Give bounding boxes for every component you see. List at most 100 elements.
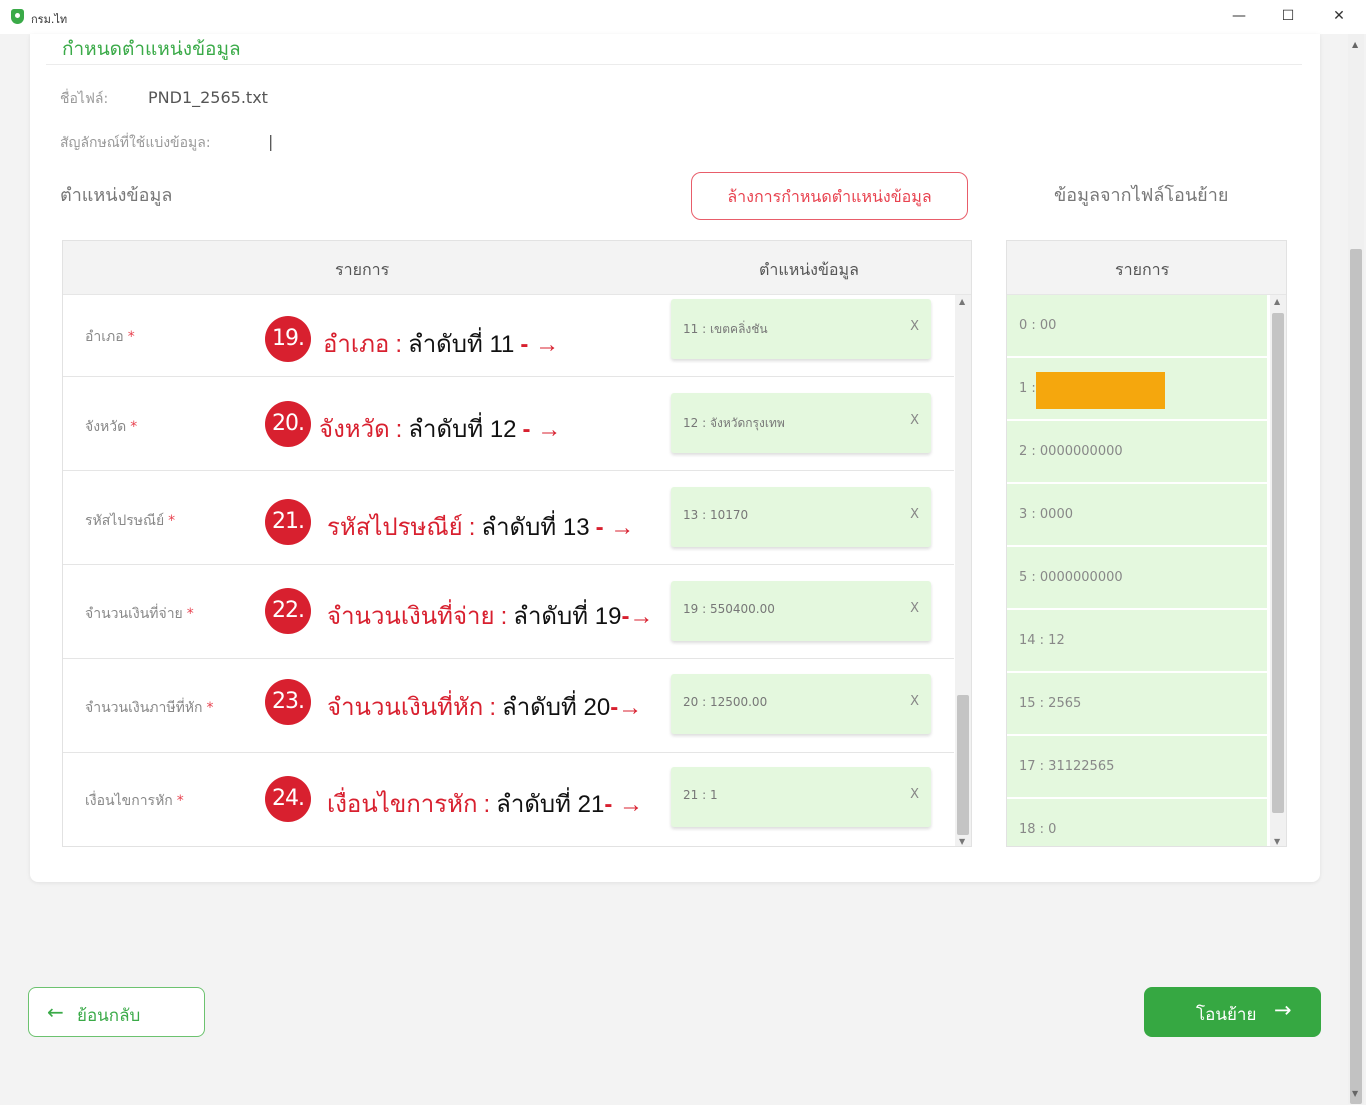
remove-mapping-button[interactable]: X xyxy=(910,694,919,709)
transfer-button[interactable]: โอนย้าย → xyxy=(1144,987,1321,1037)
clear-mapping-button[interactable]: ล้างการกำหนดตำแหน่งข้อมูล xyxy=(691,172,968,220)
source-item[interactable]: 15 : 2565 xyxy=(1007,673,1267,736)
source-item[interactable]: 0 : 00 xyxy=(1007,295,1267,358)
transfer-button-label: โอนย้าย xyxy=(1196,1005,1257,1025)
annotation-number-badge: 22. xyxy=(265,588,311,634)
source-item[interactable]: 18 : 0 xyxy=(1007,799,1267,846)
table-row: จำนวนเงินที่จ่าย * 22. จำนวนเงินที่จ่าย: ล… xyxy=(63,565,954,659)
annotation-number-badge: 21. xyxy=(265,499,311,545)
remove-mapping-button[interactable]: X xyxy=(910,787,919,802)
scroll-down-icon[interactable]: ▼ xyxy=(959,837,965,846)
row-label: อำเภอ * xyxy=(85,329,135,345)
source-item-value: 15 : 2565 xyxy=(1019,696,1082,711)
remove-mapping-button[interactable]: X xyxy=(910,601,919,616)
mapping-table-header: รายการ ตำแหน่งข้อมูล xyxy=(63,241,971,295)
source-item-value: 18 : 0 xyxy=(1019,822,1057,837)
table-row: อำเภอ * 19. อำเภอ: ลำดับที่ 11- → 11 : เขต… xyxy=(63,295,954,377)
title-divider xyxy=(46,64,1302,65)
source-table-scrollbar[interactable]: ▲ ▼ xyxy=(1270,295,1286,846)
source-item-value: 3 : 0000 xyxy=(1019,507,1073,522)
redaction-block xyxy=(1036,372,1165,409)
minimize-button[interactable]: — xyxy=(1219,4,1259,28)
mapped-field[interactable]: 12 : จังหวัดกรุงเทพ X xyxy=(671,393,931,453)
position-heading: ตำแหน่งข้อมูล xyxy=(60,185,173,206)
delimiter-value: | xyxy=(268,132,274,151)
scroll-up-icon[interactable]: ▲ xyxy=(1274,297,1280,306)
window-scrollbar[interactable]: ▲ ▼ xyxy=(1348,34,1364,1104)
app-logo-icon xyxy=(11,9,24,24)
delimiter-label: สัญลักษณ์ที่ใช้แบ่งข้อมูล: xyxy=(60,135,211,151)
source-item-value: 5 : 0000000000 xyxy=(1019,570,1123,585)
row-label: เงื่อนไขการหัก * xyxy=(85,793,184,809)
remove-mapping-button[interactable]: X xyxy=(910,507,919,522)
table-row: เงื่อนไขการหัก * 24. เงื่อนไขการหัก: ลำดับ… xyxy=(63,753,954,846)
annotation-number-badge: 20. xyxy=(265,401,311,447)
source-item[interactable]: 17 : 31122565 xyxy=(1007,736,1267,799)
arrow-left-icon: ← xyxy=(47,1000,64,1024)
mapped-field-value: 13 : 10170 xyxy=(683,508,749,522)
mapped-field-value: 19 : 550400.00 xyxy=(683,602,775,616)
close-button[interactable]: ✕ xyxy=(1319,4,1359,28)
table-row: จังหวัด * 20. จังหวัด: ลำดับที่ 12- → 12 :… xyxy=(63,377,954,471)
source-item-value: 2 : 0000000000 xyxy=(1019,444,1123,459)
annotation-text: จำนวนเงินที่จ่าย: ลำดับที่ 19-→ xyxy=(327,603,654,630)
scroll-up-icon[interactable]: ▲ xyxy=(959,297,965,306)
source-data-heading: ข้อมูลจากไฟล์โอนย้าย xyxy=(1054,185,1229,206)
remove-mapping-button[interactable]: X xyxy=(910,413,919,428)
mapped-field-value: 11 : เขตคลิ่งชัน xyxy=(683,322,768,336)
row-label: จำนวนเงินที่จ่าย * xyxy=(85,606,194,622)
mapped-field[interactable]: 11 : เขตคลิ่งชัน X xyxy=(671,299,931,359)
window-title: กรม.ไท xyxy=(31,13,68,26)
scroll-down-icon[interactable]: ▼ xyxy=(1352,1089,1358,1098)
row-label: รหัสไปรษณีย์ * xyxy=(85,513,176,529)
annotation-text: รหัสไปรษณีย์: ลำดับที่ 13- → xyxy=(327,514,635,541)
column-header-item: รายการ xyxy=(335,260,390,279)
source-item-value: 1 : xyxy=(1019,381,1036,396)
annotation-number-badge: 19. xyxy=(265,316,311,362)
mapped-field[interactable]: 20 : 12500.00 X xyxy=(671,674,931,734)
source-table-scrollbar-thumb[interactable] xyxy=(1272,313,1284,813)
column-header-item: รายการ xyxy=(1115,260,1170,279)
source-table-header: รายการ xyxy=(1007,241,1286,295)
back-button-label: ย้อนกลับ xyxy=(77,1006,141,1026)
scroll-down-icon[interactable]: ▼ xyxy=(1274,837,1280,846)
mapping-table: รายการ ตำแหน่งข้อมูล อำเภอ * 19. อำเภอ: ลำ… xyxy=(62,240,972,847)
mapped-field-value: 20 : 12500.00 xyxy=(683,695,768,709)
source-item[interactable]: 14 : 12 xyxy=(1007,610,1267,673)
row-label: จังหวัด * xyxy=(85,419,138,435)
annotation-text: เงื่อนไขการหัก: ลำดับที่ 21- → xyxy=(327,791,643,818)
source-item[interactable]: 3 : 0000 xyxy=(1007,484,1267,547)
table-row: จำนวนเงินภาษีที่หัก * 23. จำนวนเงินที่หัก… xyxy=(63,659,954,753)
source-item[interactable]: 1 : xyxy=(1007,358,1267,421)
mapped-field[interactable]: 19 : 550400.00 X xyxy=(671,581,931,641)
column-header-position: ตำแหน่งข้อมูล xyxy=(759,260,859,279)
maximize-button[interactable]: ☐ xyxy=(1268,4,1308,28)
section-title: กำหนดตำแหน่งข้อมูล xyxy=(62,38,241,60)
source-data-table: รายการ 0 : 00 1 : 2 : 0000000000 3 : 000… xyxy=(1006,240,1287,847)
window-scrollbar-thumb[interactable] xyxy=(1350,249,1362,1104)
annotation-number-badge: 23. xyxy=(265,679,311,725)
source-item-value: 0 : 00 xyxy=(1019,318,1057,333)
annotation-number-badge: 24. xyxy=(265,776,311,822)
source-item-value: 14 : 12 xyxy=(1019,633,1065,648)
annotation-text: จำนวนเงินที่หัก: ลำดับที่ 20-→ xyxy=(327,694,643,721)
source-item[interactable]: 2 : 0000000000 xyxy=(1007,421,1267,484)
scroll-up-icon[interactable]: ▲ xyxy=(1352,40,1358,49)
annotation-text: อำเภอ: ลำดับที่ 11- → xyxy=(323,331,560,358)
mapping-table-scrollbar-thumb[interactable] xyxy=(957,695,969,835)
remove-mapping-button[interactable]: X xyxy=(910,319,919,334)
source-item[interactable]: 5 : 0000000000 xyxy=(1007,547,1267,610)
mapped-field-value: 21 : 1 xyxy=(683,788,718,802)
mapped-field-value: 12 : จังหวัดกรุงเทพ xyxy=(683,416,785,430)
source-item-value: 17 : 31122565 xyxy=(1019,759,1115,774)
annotation-text: จังหวัด: ลำดับที่ 12- → xyxy=(319,416,562,443)
row-label: จำนวนเงินภาษีที่หัก * xyxy=(85,700,214,716)
file-name-value: PND1_2565.txt xyxy=(148,88,268,107)
mapped-field[interactable]: 13 : 10170 X xyxy=(671,487,931,547)
arrow-right-icon: → xyxy=(1274,998,1292,1022)
table-row: รหัสไปรษณีย์ * 21. รหัสไปรษณีย์: ลำดับที่ … xyxy=(63,471,954,565)
title-bar: กรม.ไท — ☐ ✕ xyxy=(0,0,1366,34)
mapped-field[interactable]: 21 : 1 X xyxy=(671,767,931,827)
mapping-table-scrollbar[interactable]: ▲ ▼ xyxy=(955,295,971,846)
back-button[interactable]: ← ย้อนกลับ xyxy=(28,987,205,1037)
